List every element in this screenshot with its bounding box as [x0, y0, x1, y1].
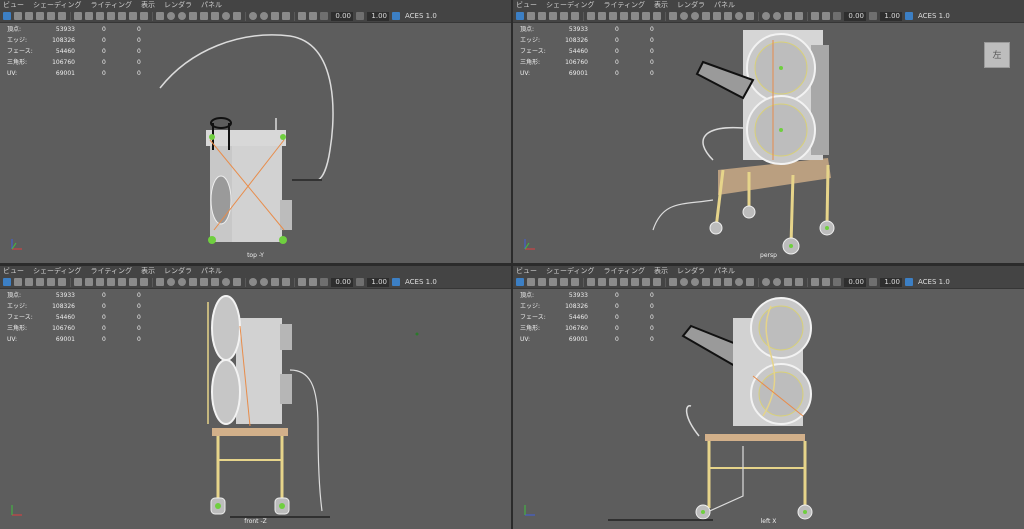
axis-gizmo-icon: [524, 505, 535, 516]
axis-gizmo-icon: [11, 505, 22, 516]
camera-name-label: top -Y: [247, 252, 264, 259]
scene-model-top[interactable]: [0, 0, 511, 263]
axis-gizmo-icon: [524, 239, 535, 250]
camera-name-label: persp: [760, 252, 777, 259]
camera-name-label: front -Z: [244, 518, 267, 525]
scene-model-left[interactable]: [513, 266, 1024, 529]
scene-model-front[interactable]: [0, 266, 511, 529]
viewport-front[interactable]: ビュー シェーディング ライティング 表示 レンダラ パネル 0.00 1.00…: [0, 266, 511, 529]
axis-gizmo-icon: [11, 239, 22, 250]
viewport-top[interactable]: ビュー シェーディング ライティング 表示 レンダラ パネル 0.00 1.00…: [0, 0, 511, 263]
viewport-persp[interactable]: ビュー シェーディング ライティング 表示 レンダラ パネル 0.00 1.00…: [513, 0, 1024, 263]
viewport-grid: ビュー シェーディング ライティング 表示 レンダラ パネル 0.00 1.00…: [0, 0, 1024, 529]
scene-model-persp[interactable]: [513, 0, 1024, 263]
viewport-left[interactable]: ビュー シェーディング ライティング 表示 レンダラ パネル 0.00 1.00…: [513, 266, 1024, 529]
camera-name-label: left X: [760, 518, 777, 525]
